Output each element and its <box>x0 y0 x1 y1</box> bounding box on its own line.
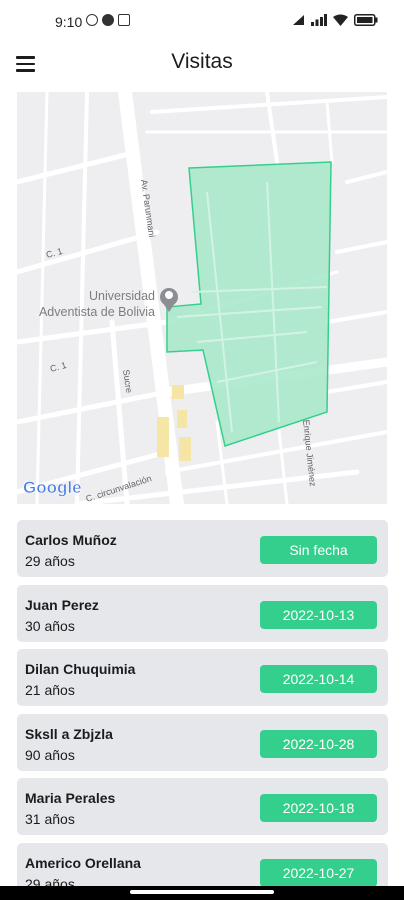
app-notification-icon <box>102 14 114 26</box>
visit-name: Americo Orellana <box>25 854 141 871</box>
visit-name: Carlos Muñoz <box>25 532 117 548</box>
status-time: 9:10 <box>55 14 83 30</box>
visit-name: Juan Perez <box>25 596 99 613</box>
status-notification-icons <box>86 14 130 26</box>
app-header: Visitas <box>0 44 404 84</box>
visit-card[interactable]: Carlos Muñoz 29 años Sin fecha <box>17 520 388 577</box>
data-saver-icon <box>293 15 304 25</box>
visit-name: Maria Perales <box>25 790 116 806</box>
whatsapp-icon <box>86 14 98 26</box>
app-screen: 9:10 Visitas Universidad Adventista de B… <box>0 0 404 900</box>
signal-icon <box>311 14 327 26</box>
visit-card[interactable]: Dilan Chuquimia 21 años 2022-10-14 <box>17 649 388 706</box>
map-view[interactable]: Universidad Adventista de Bolivia Av. Pa… <box>17 92 387 504</box>
wifi-icon <box>333 14 348 26</box>
page-title: Visitas <box>171 50 233 73</box>
visit-date-button[interactable]: 2022-10-18 <box>260 794 377 822</box>
visit-date-button[interactable]: 2022-10-27 <box>260 858 377 887</box>
map-poi-label-1: Universidad <box>89 289 155 303</box>
visit-age: 30 años <box>25 617 75 634</box>
visit-date-button[interactable]: 2022-10-28 <box>260 729 377 758</box>
battery-icon <box>354 14 378 26</box>
visit-age: 31 años <box>25 811 75 827</box>
visit-card[interactable]: Juan Perez 30 años 2022-10-13 <box>17 584 388 642</box>
map-poi-label-2: Adventista de Bolivia <box>39 305 155 319</box>
system-nav-bar <box>0 886 404 900</box>
visit-age: 90 años <box>25 746 75 763</box>
visit-date-button[interactable]: 2022-10-14 <box>260 665 377 693</box>
visit-card[interactable]: Sksll a Zbjzla 90 años 2022-10-28 <box>17 713 388 771</box>
visit-date-button[interactable]: 2022-10-13 <box>260 600 377 629</box>
visit-age: 21 años <box>25 682 75 698</box>
map-canvas: Universidad Adventista de Bolivia Av. Pa… <box>17 92 387 504</box>
calendar-icon <box>118 14 130 26</box>
status-bar: 9:10 <box>0 0 404 44</box>
google-logo: Google <box>23 478 82 497</box>
visit-card[interactable]: Maria Perales 31 años 2022-10-18 <box>17 778 388 835</box>
visit-name: Dilan Chuquimia <box>25 661 136 677</box>
status-system-icons <box>292 14 378 26</box>
home-gesture-handle[interactable] <box>130 890 274 894</box>
visit-age: 29 años <box>25 553 75 569</box>
visit-list: Carlos Muñoz 29 años Sin fecha Juan Pere… <box>17 520 388 900</box>
visit-name: Sksll a Zbjzla <box>25 725 113 742</box>
visit-date-button[interactable]: Sin fecha <box>260 536 377 564</box>
